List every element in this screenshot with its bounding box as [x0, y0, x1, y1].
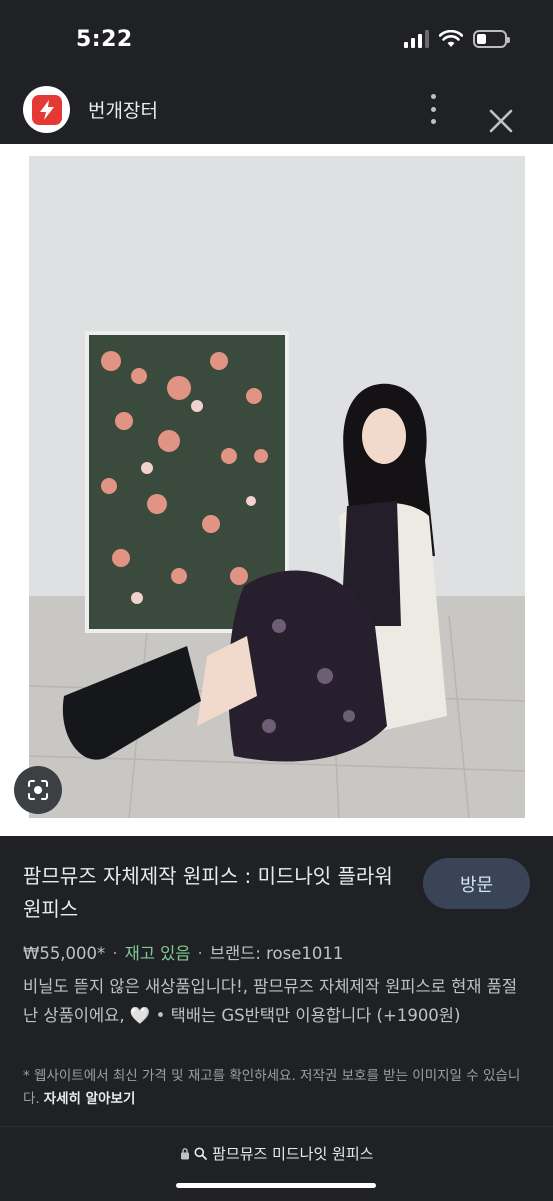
more-vert-icon[interactable]: [422, 94, 444, 124]
product-title[interactable]: 팜므뮤즈 자체제작 원피스 : 미드나잇 플라워 원피스: [23, 860, 403, 926]
stock-status: 재고 있음: [124, 944, 191, 963]
signal-icon: [404, 30, 429, 48]
separator: ·: [197, 944, 203, 963]
lens-button[interactable]: [14, 766, 62, 814]
result-info: 팜므뮤즈 자체제작 원피스 : 미드나잇 플라워 원피스 방문 ₩55,000*…: [0, 836, 553, 1126]
product-description: 비닐도 뜯지 않은 새상품입니다!, 팜므뮤즈 자체제작 원피스로 현재 품절난…: [23, 977, 518, 1025]
url-text[interactable]: 팜므뮤즈 미드나잇 원피스: [0, 1143, 553, 1164]
image-area: [0, 144, 553, 836]
product-meta: ₩55,000* · 재고 있음 · 브랜드: rose1011: [23, 940, 343, 964]
disclaimer-note: * 웹사이트에서 최신 가격 및 재고를 확인하세요. 저작권 보호를 받는 이…: [23, 1065, 528, 1111]
wifi-icon: [439, 30, 463, 47]
url-bar[interactable]: 팜므뮤즈 미드나잇 원피스: [0, 1126, 553, 1201]
app-name: 번개장터: [88, 100, 158, 122]
app-logo[interactable]: [23, 86, 70, 133]
lens-icon: [28, 780, 48, 800]
status-icons: [404, 30, 510, 48]
price: ₩55,000*: [23, 944, 106, 963]
learn-more-link[interactable]: 자세히 알아보기: [44, 1091, 136, 1107]
visit-button[interactable]: 방문: [423, 858, 530, 909]
url-query: 팜므뮤즈 미드나잇 원피스: [212, 1145, 374, 1163]
status-time: 5:22: [76, 27, 133, 52]
separator: ·: [112, 944, 118, 963]
app-bar: 번개장터: [0, 80, 553, 144]
brand: 브랜드: rose1011: [209, 944, 344, 963]
status-bar: 5:22: [0, 0, 553, 80]
close-icon[interactable]: [486, 106, 516, 136]
lightning-icon: [39, 99, 54, 120]
lock-icon: [180, 1148, 189, 1160]
search-icon: [194, 1147, 208, 1160]
home-indicator[interactable]: [176, 1183, 376, 1188]
product-photo[interactable]: [29, 156, 525, 818]
battery-icon: [473, 30, 510, 48]
